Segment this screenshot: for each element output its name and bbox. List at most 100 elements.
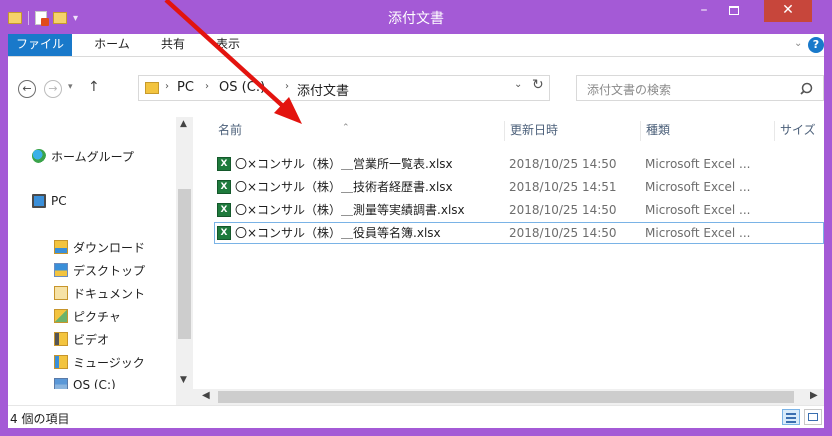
column-divider[interactable] (504, 121, 505, 141)
sidebar-item-label: ダウンロード (73, 240, 146, 255)
tab-share[interactable]: 共有 (153, 34, 193, 56)
details-view-icon[interactable] (782, 409, 800, 425)
homegroup-icon (32, 149, 46, 163)
sidebar-item-label: ビデオ (73, 332, 110, 347)
excel-file-icon: X (217, 203, 231, 217)
folder-icon (145, 82, 159, 94)
file-name: 〇×コンサル（株）＿役員等名簿.xlsx (235, 226, 441, 240)
file-row-focused[interactable]: X 〇×コンサル（株）＿役員等名簿.xlsx 2018/10/25 14:50 … (214, 222, 824, 244)
sidebar-item-label: ピクチャ (73, 309, 121, 324)
column-header-size[interactable]: サイズ (780, 119, 824, 143)
column-divider[interactable] (640, 121, 641, 141)
sidebar-item-label: ホームグループ (51, 149, 134, 164)
help-icon[interactable]: ? (808, 37, 824, 53)
ribbon-tabs: ファイル ホーム 共有 表示 ⌄ ? (8, 34, 824, 57)
address-bar[interactable]: › PC › OS (C:) › 添付文書 (138, 75, 550, 101)
sidebar-item-drive[interactable]: OS (C:) (54, 376, 116, 389)
breadcrumb-current-folder[interactable]: 添付文書 (297, 80, 349, 99)
file-modified: 2018/10/25 14:50 (509, 157, 617, 171)
file-list[interactable]: 名前 ⌃ 更新日時 種類 サイズ X 〇×コンサル（株）＿営業所一覧表.xlsx… (198, 117, 824, 389)
navigation-bar: ← → ▾ ↑ › PC › OS (C:) › 添付文書 ⌄ ↻ 添付文書の検… (8, 57, 824, 117)
maximize-icon (729, 6, 739, 15)
file-modified: 2018/10/25 14:51 (509, 180, 617, 194)
search-icon[interactable] (799, 80, 817, 98)
column-header-modified[interactable]: 更新日時 (510, 119, 620, 143)
breadcrumb-chevron-icon[interactable]: › (205, 81, 209, 92)
column-header-type[interactable]: 種類 (646, 119, 756, 143)
file-type: Microsoft Excel ... (645, 180, 751, 194)
column-header-label: 名前 (218, 123, 243, 137)
explorer-body: ホームグループ PC ダウンロード デスクトップ ドキュメント ピクチャ ビデオ… (8, 117, 824, 405)
sidebar-item-pc[interactable]: PC (32, 192, 67, 210)
navigation-pane-scrollbar[interactable]: ▲ ▼ (176, 117, 193, 389)
navigation-pane[interactable]: ホームグループ PC ダウンロード デスクトップ ドキュメント ピクチャ ビデオ… (8, 117, 168, 389)
forward-button[interactable]: → (44, 80, 62, 98)
breadcrumb-chevron-icon[interactable]: › (285, 81, 289, 92)
file-name: 〇×コンサル（株）＿営業所一覧表.xlsx (235, 157, 453, 171)
desktop-folder-icon (54, 263, 68, 277)
recent-locations-button[interactable]: ▾ (68, 82, 73, 92)
sidebar-item-videos[interactable]: ビデオ (54, 330, 109, 348)
file-name: 〇×コンサル（株）＿技術者経歴書.xlsx (235, 180, 453, 194)
download-folder-icon (54, 240, 68, 254)
scroll-right-icon[interactable]: ▶ (810, 390, 818, 401)
up-button[interactable]: ↑ (88, 79, 100, 95)
title-bar[interactable]: ▾ 添付文書 – ✕ (0, 0, 832, 34)
minimize-button[interactable]: – (690, 0, 718, 22)
breadcrumb-drive[interactable]: OS (C:) (219, 80, 265, 95)
breadcrumb-pc[interactable]: PC (177, 80, 194, 95)
sidebar-item-music[interactable]: ミュージック (54, 353, 145, 371)
large-icons-view-icon[interactable] (804, 409, 822, 425)
file-name: 〇×コンサル（株）＿測量等実績調書.xlsx (235, 203, 465, 217)
sidebar-item-desktop[interactable]: デスクトップ (54, 261, 145, 279)
file-modified: 2018/10/25 14:50 (509, 226, 617, 240)
explorer-window: ▾ 添付文書 – ✕ ファイル ホーム 共有 表示 ⌄ ? ← → ▾ ↑ › … (0, 0, 832, 436)
tab-file[interactable]: ファイル (8, 34, 72, 56)
file-modified: 2018/10/25 14:50 (509, 203, 617, 217)
scrollbar-corner (176, 389, 198, 405)
file-type: Microsoft Excel ... (645, 157, 751, 171)
file-row[interactable]: X 〇×コンサル（株）＿測量等実績調書.xlsx 2018/10/25 14:5… (214, 199, 824, 221)
column-header-name[interactable]: 名前 ⌃ (218, 119, 488, 143)
sidebar-item-pictures[interactable]: ピクチャ (54, 307, 121, 325)
sidebar-item-label: OS (C:) (73, 378, 116, 389)
column-divider[interactable] (774, 121, 775, 141)
file-row[interactable]: X 〇×コンサル（株）＿営業所一覧表.xlsx 2018/10/25 14:50… (214, 153, 824, 175)
sidebar-item-label: ミュージック (73, 355, 145, 370)
music-folder-icon (54, 355, 68, 369)
close-button[interactable]: ✕ (764, 0, 812, 22)
file-type: Microsoft Excel ... (645, 203, 751, 217)
excel-file-icon: X (217, 180, 231, 194)
item-count: 4 個の項目 (10, 412, 70, 426)
sidebar-item-homegroup[interactable]: ホームグループ (32, 147, 134, 165)
pc-icon (32, 194, 46, 208)
search-input[interactable]: 添付文書の検索 (587, 81, 671, 98)
file-type: Microsoft Excel ... (645, 226, 751, 240)
file-list-horizontal-scrollbar[interactable]: ◀ ▶ (198, 389, 824, 405)
videos-folder-icon (54, 332, 68, 346)
maximize-button[interactable] (720, 0, 748, 22)
excel-file-icon: X (217, 157, 231, 171)
breadcrumb-chevron-icon[interactable]: › (165, 81, 169, 92)
search-box[interactable]: 添付文書の検索 (576, 75, 824, 101)
scroll-down-icon[interactable]: ▼ (180, 375, 187, 385)
back-button[interactable]: ← (18, 80, 36, 98)
expand-ribbon-icon[interactable]: ⌄ (794, 38, 802, 49)
tab-view[interactable]: 表示 (208, 34, 248, 56)
sort-ascending-icon: ⌃ (342, 123, 350, 133)
documents-folder-icon (54, 286, 68, 300)
refresh-icon[interactable]: ↻ (532, 77, 544, 93)
file-row[interactable]: X 〇×コンサル（株）＿技術者経歴書.xlsx 2018/10/25 14:51… (214, 176, 824, 198)
scrollbar-thumb[interactable] (178, 189, 191, 339)
scrollbar-thumb[interactable] (218, 391, 794, 403)
scroll-left-icon[interactable]: ◀ (202, 390, 210, 401)
sidebar-item-label: PC (51, 194, 67, 208)
sidebar-item-documents[interactable]: ドキュメント (54, 284, 145, 302)
tab-home[interactable]: ホーム (90, 34, 134, 56)
status-bar: 4 個の項目 (8, 405, 824, 428)
scroll-up-icon[interactable]: ▲ (180, 119, 187, 129)
sidebar-item-downloads[interactable]: ダウンロード (54, 238, 145, 256)
pictures-folder-icon (54, 309, 68, 323)
excel-file-icon: X (217, 226, 231, 240)
address-dropdown-icon[interactable]: ⌄ (514, 79, 522, 90)
